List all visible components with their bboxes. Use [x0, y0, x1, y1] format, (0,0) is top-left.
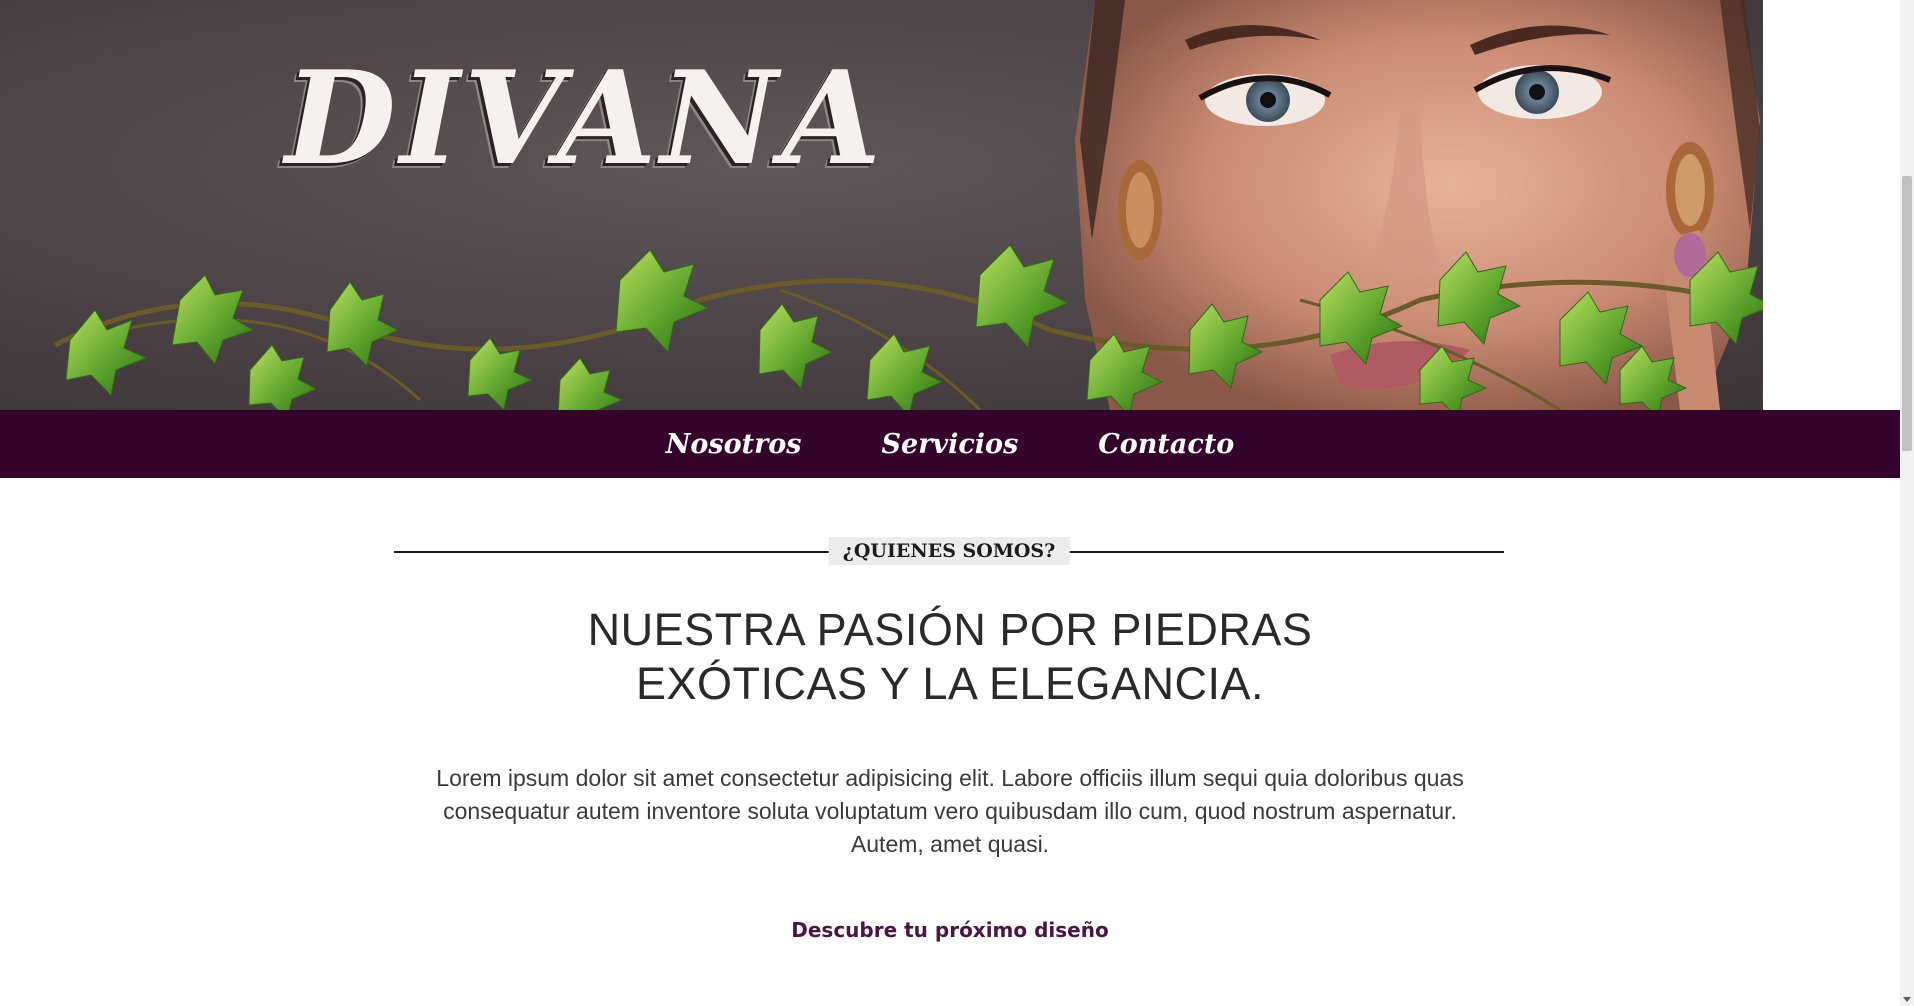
- nav-link-nosotros[interactable]: Nosotros: [666, 429, 802, 460]
- description-line-2: consequatur autem inventore soluta volup…: [443, 798, 1457, 824]
- about-description: Lorem ipsum dolor sit amet consectetur a…: [410, 762, 1490, 861]
- discover-design-link[interactable]: Descubre tu próximo diseño: [650, 918, 1250, 942]
- vertical-scrollbar[interactable]: [1900, 0, 1914, 1006]
- headline-line-1: NUESTRA PASIÓN POR PIEDRAS: [587, 604, 1313, 655]
- main-nav: Nosotros Servicios Contacto: [0, 410, 1900, 478]
- nav-link-contacto[interactable]: Contacto: [1098, 429, 1234, 460]
- hero-banner: DIVANA: [0, 0, 1900, 410]
- about-headline: NUESTRA PASIÓN POR PIEDRAS EXÓTICAS Y LA…: [450, 603, 1450, 711]
- brand-logo[interactable]: DIVANA: [285, 55, 885, 183]
- scroll-down-arrow-icon[interactable]: [1903, 997, 1911, 1002]
- headline-line-2: EXÓTICAS Y LA ELEGANCIA.: [635, 658, 1265, 709]
- description-line-3: Autem, amet quasi.: [850, 831, 1050, 857]
- scrollbar-thumb[interactable]: [1902, 176, 1912, 451]
- nav-link-servicios[interactable]: Servicios: [882, 429, 1019, 460]
- page: DIVANA Nosotros Servicios Contacto ¿QUIE…: [0, 0, 1914, 1006]
- description-line-1: Lorem ipsum dolor sit amet consectetur a…: [436, 765, 1464, 791]
- section-divider: ¿QUIENES SOMOS?: [394, 537, 1504, 565]
- section-title: ¿QUIENES SOMOS?: [828, 537, 1070, 565]
